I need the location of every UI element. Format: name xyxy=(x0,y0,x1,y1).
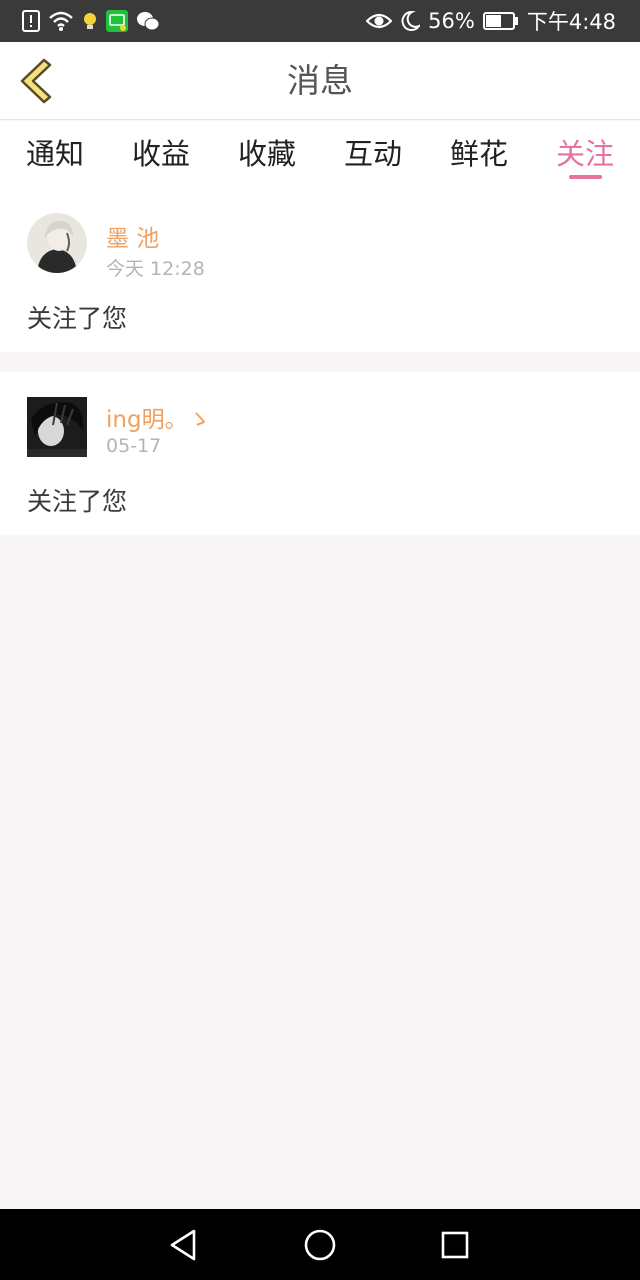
avatar[interactable] xyxy=(27,213,87,273)
wechat-icon xyxy=(137,12,160,31)
status-right: 56% 下午4:48 xyxy=(366,9,616,34)
tab-interactions[interactable]: 互动 xyxy=(344,131,402,181)
bulb-icon xyxy=(84,13,96,29)
list-item[interactable]: 墨 池 今天 12:28 关注了您 xyxy=(0,191,640,352)
wifi-icon xyxy=(49,11,73,31)
list-item[interactable]: ing明。ゝ 05-17 关注了您 xyxy=(0,372,640,535)
recent-square-icon[interactable] xyxy=(435,1225,475,1265)
tab-earnings[interactable]: 收益 xyxy=(132,131,190,181)
tab-follows[interactable]: 关注 xyxy=(556,131,614,181)
chevron-left-icon[interactable] xyxy=(14,56,58,106)
status-left xyxy=(22,9,160,33)
tab-bar: 通知 收益 收藏 互动 鲜花 关注 xyxy=(0,121,640,191)
avatar[interactable] xyxy=(27,397,87,457)
battery-percent: 56% xyxy=(428,9,475,33)
tab-flowers[interactable]: 鲜花 xyxy=(450,131,508,181)
moon-icon xyxy=(401,10,421,31)
page-title: 消息 xyxy=(287,61,353,100)
username[interactable]: ing明。ゝ xyxy=(106,400,211,434)
tab-favorites[interactable]: 收藏 xyxy=(238,131,296,181)
status-time: 下午4:48 xyxy=(526,10,616,34)
message-text: 关注了您 xyxy=(27,304,128,333)
timestamp: 今天 12:28 xyxy=(106,258,205,280)
username[interactable]: 墨 池 xyxy=(106,219,159,253)
back-triangle-icon[interactable] xyxy=(164,1225,204,1265)
status-bar: 56% 下午4:48 xyxy=(0,0,640,42)
system-nav-bar xyxy=(0,1209,640,1280)
home-circle-icon[interactable] xyxy=(300,1225,340,1265)
tab-notifications[interactable]: 通知 xyxy=(26,131,84,181)
header-bar: 消息 xyxy=(0,42,640,120)
active-tab-indicator xyxy=(569,175,602,179)
timestamp: 05-17 xyxy=(106,435,162,457)
iqiyi-icon xyxy=(106,10,128,32)
alert-icon xyxy=(22,10,40,32)
battery-icon xyxy=(482,12,518,30)
message-text: 关注了您 xyxy=(27,487,128,516)
eye-icon xyxy=(366,13,393,29)
